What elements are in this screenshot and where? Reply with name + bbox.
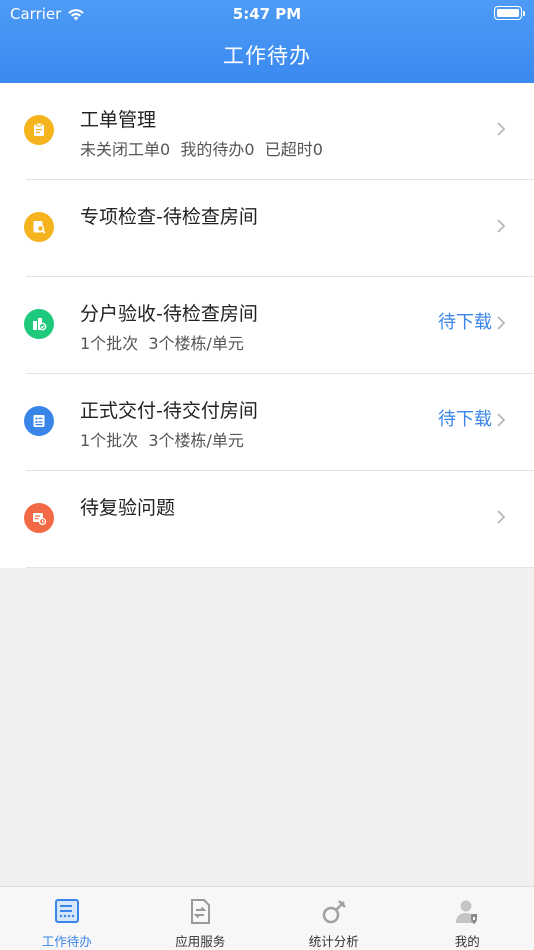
delivery-icon (24, 406, 54, 436)
list-item-household-acceptance[interactable]: 分户验收-待检查房间 1个批次 3个楼栋/单元 待下载 (0, 277, 534, 374)
tab-label: 工作待办 (41, 934, 92, 949)
list-item-formal-delivery[interactable]: 正式交付-待交付房间 1个批次 3个楼栋/单元 待下载 (0, 374, 534, 471)
profile-icon (456, 900, 478, 924)
header: Carrier 5:47 PM 工作待办 (0, 0, 534, 83)
todo-list: 工单管理 未关闭工单0 我的待办0 已超时0 专项检查-待检查房间 分户验收-待… (0, 83, 534, 568)
list-item-title: 待复验问题 (80, 497, 176, 519)
tab-bar: 工作待办 应用服务 统计分析 我的 (0, 886, 534, 950)
status-bar: Carrier 5:47 PM (0, 0, 534, 28)
page-title: 工作待办 (223, 44, 311, 68)
download-status: 待下载 (438, 312, 492, 333)
tab-work-todo[interactable]: 工作待办 (0, 887, 134, 950)
battery-icon (494, 6, 525, 20)
tab-label: 统计分析 (308, 934, 359, 949)
chevron-right-icon (497, 413, 506, 427)
chevron-right-icon (497, 510, 506, 524)
statistics-icon (322, 900, 346, 924)
tab-label: 应用服务 (175, 934, 226, 949)
tab-app-services[interactable]: 应用服务 (134, 887, 268, 950)
chevron-right-icon (497, 316, 506, 330)
tab-label: 我的 (454, 934, 480, 949)
list-item-subtitle: 1个批次 3个楼栋/单元 (80, 334, 244, 353)
recheck-icon (24, 503, 54, 533)
divider (26, 567, 534, 568)
acceptance-icon (24, 309, 54, 339)
status-time: 5:47 PM (232, 5, 302, 23)
list-item-special-inspection[interactable]: 专项检查-待检查房间 (0, 180, 534, 277)
list-item-subtitle: 1个批次 3个楼栋/单元 (80, 431, 244, 450)
chevron-right-icon (497, 122, 506, 136)
list-item-recheck-issues[interactable]: 待复验问题 (0, 471, 534, 568)
chevron-right-icon (497, 219, 506, 233)
tab-mine[interactable]: 我的 (401, 887, 534, 950)
todo-list-icon (54, 899, 79, 923)
clipboard-icon (24, 115, 54, 145)
tab-statistics[interactable]: 统计分析 (267, 887, 401, 950)
list-item-title: 分户验收-待检查房间 (80, 303, 258, 325)
list-item-title: 正式交付-待交付房间 (80, 400, 258, 422)
inspect-icon (24, 212, 54, 242)
list-item-title: 专项检查-待检查房间 (80, 206, 258, 228)
list-item-title: 工单管理 (80, 109, 157, 131)
list-item-work-order[interactable]: 工单管理 未关闭工单0 我的待办0 已超时0 (0, 83, 534, 180)
list-item-subtitle: 未关闭工单0 我的待办0 已超时0 (80, 140, 323, 159)
app-service-icon (191, 899, 211, 924)
download-status: 待下载 (438, 409, 492, 430)
